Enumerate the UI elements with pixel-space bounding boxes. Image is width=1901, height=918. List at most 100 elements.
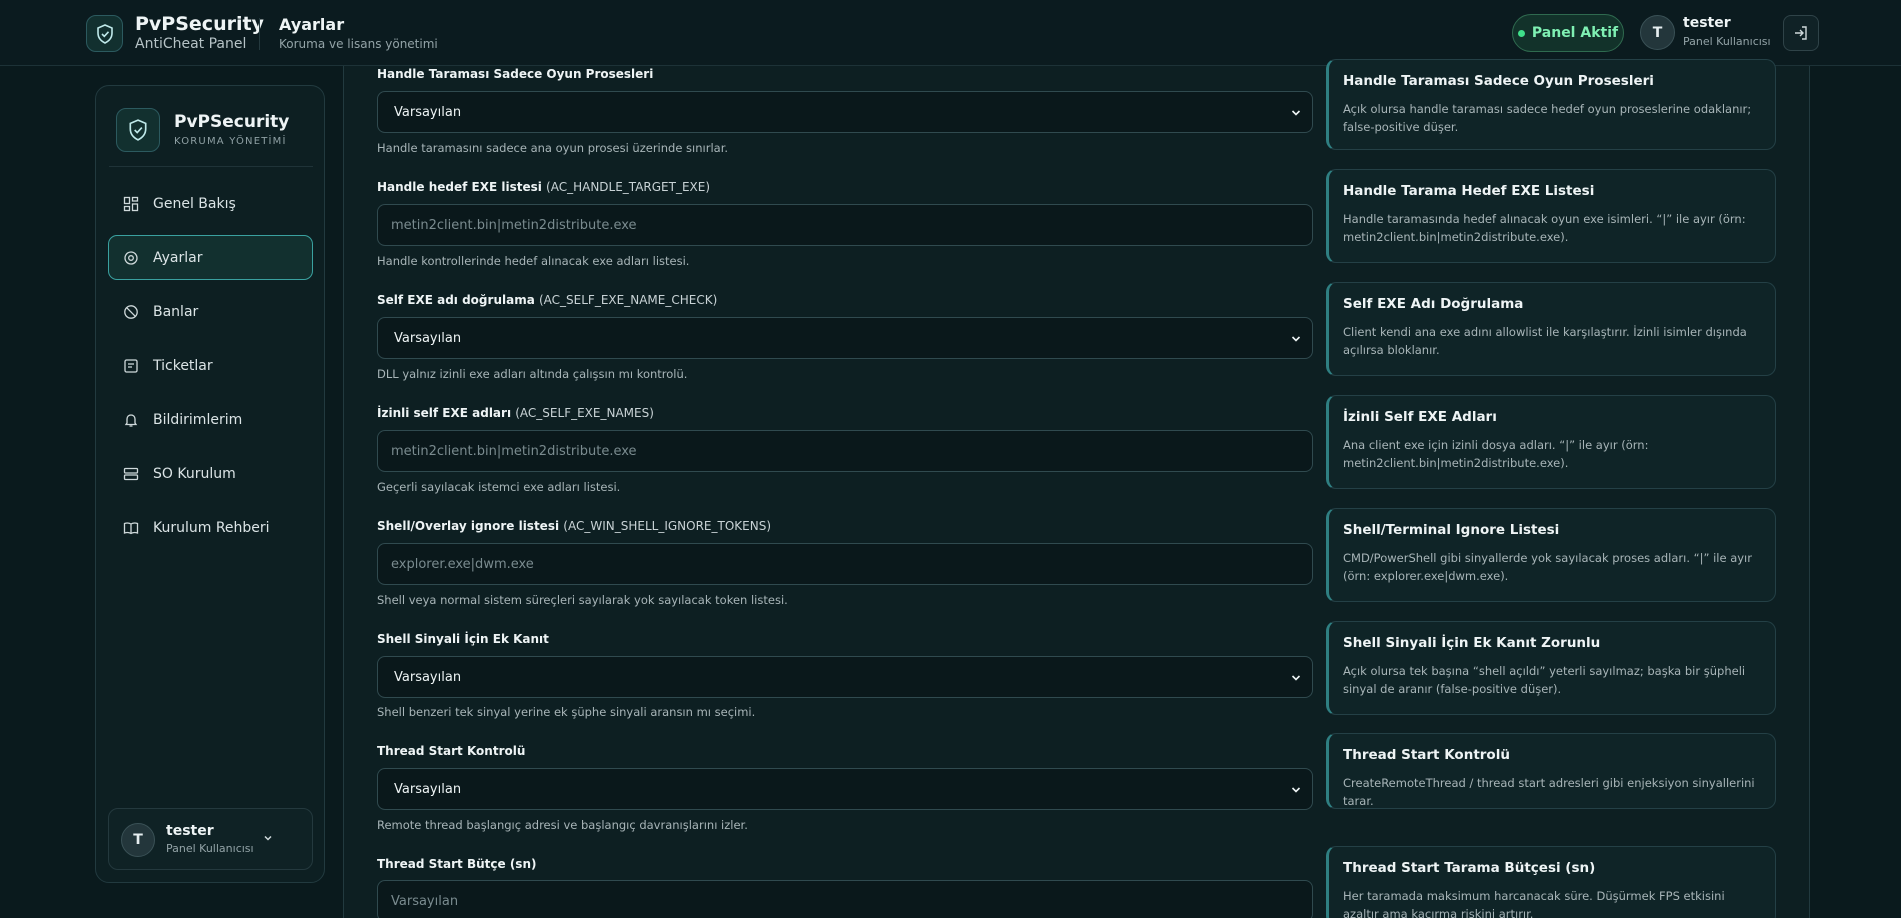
user-avatar[interactable]: T <box>1640 15 1675 50</box>
server-icon <box>122 465 139 482</box>
sidebar-item-ticketlar[interactable]: Ticketlar <box>108 343 313 388</box>
info-card-title: İzinli Self EXE Adları <box>1343 409 1497 425</box>
self-exe-name-check-select[interactable]: Varsayılan <box>377 317 1313 359</box>
info-card-title: Thread Start Kontrolü <box>1343 747 1510 763</box>
info-card: Handle Tarama Hedef EXE Listesi Handle t… <box>1326 169 1776 263</box>
sidebar-item-label: Kurulum Rehberi <box>153 519 270 536</box>
info-card: Self EXE Adı Doğrulama Client kendi ana … <box>1326 282 1776 376</box>
input-placeholder: Varsayılan <box>391 893 459 909</box>
shield-icon <box>116 108 160 152</box>
input-placeholder: metin2client.bin|metin2distribute.exe <box>391 217 637 233</box>
info-card-title: Handle Taraması Sadece Oyun Prosesleri <box>1343 73 1654 89</box>
field-label: Thread Start Bütçe (sn) <box>377 857 536 871</box>
thread-start-budget-input[interactable]: Varsayılan <box>377 880 1313 918</box>
page-subtitle: Koruma ve lisans yönetimi <box>279 37 438 51</box>
sidebar-item-kurulum-rehberi[interactable]: Kurulum Rehberi <box>108 505 313 550</box>
sidebar-item-label: Ayarlar <box>153 249 203 266</box>
select-value: Varsayılan <box>394 330 462 346</box>
chevron-down-icon <box>264 835 272 841</box>
sidebar: PvPSecurity KORUMA YÖNETİMİ Genel Bakış … <box>95 85 325 883</box>
select-value: Varsayılan <box>394 781 462 797</box>
user-name: tester <box>1683 15 1731 31</box>
sidebar-item-genel-bakis[interactable]: Genel Bakış <box>108 181 313 226</box>
field-label: Shell Sinyali İçin Ek Kanıt <box>377 632 549 646</box>
field-help: Shell veya normal sistem süreçleri sayıl… <box>377 593 788 607</box>
field-help: Shell benzeri tek sinyal yerine ek şüphe… <box>377 705 756 719</box>
chevron-down-icon <box>1291 110 1301 116</box>
status-label: Panel Aktif <box>1531 25 1619 41</box>
input-placeholder: explorer.exe|dwm.exe <box>391 556 534 572</box>
grid-icon <box>122 195 139 212</box>
shell-extra-evidence-select[interactable]: Varsayılan <box>377 656 1313 698</box>
handle-target-exe-input[interactable]: metin2client.bin|metin2distribute.exe <box>377 204 1313 246</box>
sidebar-user-name: tester <box>166 823 214 839</box>
ban-icon <box>122 303 139 320</box>
field-label: Handle Taraması Sadece Oyun Prosesleri <box>377 67 653 81</box>
sidebar-item-so-kurulum[interactable]: SO Kurulum <box>108 451 313 496</box>
sidebar-item-bildirimlerim[interactable]: Bildirimlerim <box>108 397 313 442</box>
user-role: Panel Kullanıcısı <box>1683 35 1771 48</box>
self-exe-names-input[interactable]: metin2client.bin|metin2distribute.exe <box>377 430 1313 472</box>
info-card-desc: Açık olursa handle taraması sadece hedef… <box>1343 102 1752 134</box>
field-label-text: Self EXE adı doğrulama <box>377 293 535 307</box>
book-icon <box>122 519 139 536</box>
sidebar-subtitle: KORUMA YÖNETİMİ <box>174 136 287 147</box>
info-card-title: Shell Sinyali İçin Ek Kanıt Zorunlu <box>1343 635 1601 651</box>
field-label-text: Thread Start Kontrolü <box>377 744 526 758</box>
field-label: Shell/Overlay ignore listesi (AC_WIN_SHE… <box>377 519 771 533</box>
info-card-desc: Her taramada maksimum harcanacak süre. D… <box>1343 889 1725 918</box>
thread-start-check-select[interactable]: Varsayılan <box>377 768 1313 810</box>
sidebar-item-ayarlar[interactable]: Ayarlar <box>108 235 313 280</box>
field-label-text: Thread Start Bütçe (sn) <box>377 857 537 871</box>
info-card-desc: CMD/PowerShell gibi sinyallerde yok sayı… <box>1343 551 1752 583</box>
info-card: Shell Sinyali İçin Ek Kanıt Zorunlu Açık… <box>1326 621 1776 715</box>
select-value: Varsayılan <box>394 104 462 120</box>
chevron-down-icon <box>1291 336 1301 342</box>
info-card-title: Handle Tarama Hedef EXE Listesi <box>1343 183 1595 199</box>
handle-game-only-select[interactable]: Varsayılan <box>377 91 1313 133</box>
field-label-text: İzinli self EXE adları <box>377 406 512 420</box>
sidebar-title: PvPSecurity <box>174 112 290 132</box>
sidebar-divider <box>109 166 313 167</box>
field-help: Handle kontrollerinde hedef alınacak exe… <box>377 254 690 268</box>
field-label-text: Handle hedef EXE listesi <box>377 180 542 194</box>
brand-title: PvPSecurity <box>135 13 264 35</box>
brand-subtitle: AntiCheat Panel <box>135 36 247 52</box>
info-card-desc: Ana client exe için izinli dosya adları.… <box>1343 438 1649 470</box>
input-placeholder: metin2client.bin|metin2distribute.exe <box>391 443 637 459</box>
sidebar-item-label: Banlar <box>153 303 199 320</box>
field-label-text: Handle Taraması Sadece Oyun Prosesleri <box>377 67 654 81</box>
ticket-icon <box>122 357 139 374</box>
sidebar-nav: Genel Bakış Ayarlar Banlar Ticketlar Bil… <box>108 181 313 559</box>
status-dot-icon <box>1517 29 1525 37</box>
field-label: Thread Start Kontrolü <box>377 744 525 758</box>
field-label-text: Shell Sinyali İçin Ek Kanıt <box>377 632 549 646</box>
top-bar: PvPSecurity AntiCheat Panel Ayarlar Koru… <box>0 0 1901 66</box>
avatar: T <box>121 823 155 857</box>
field-label: Self EXE adı doğrulama (AC_SELF_EXE_NAME… <box>377 293 717 307</box>
info-card-title: Self EXE Adı Doğrulama <box>1343 296 1524 312</box>
field-help: Remote thread başlangıç adresi ve başlan… <box>377 818 748 832</box>
logout-button[interactable] <box>1783 15 1819 51</box>
info-card-title: Thread Start Tarama Bütçesi (sn) <box>1343 860 1596 876</box>
info-card-desc: Açık olursa tek başına “shell açıldı” ye… <box>1343 664 1746 696</box>
chevron-down-icon <box>1291 675 1301 681</box>
info-card: Thread Start Kontrolü CreateRemoteThread… <box>1326 733 1776 809</box>
panel-status-badge: Panel Aktif <box>1512 14 1624 52</box>
sidebar-item-banlar[interactable]: Banlar <box>108 289 313 334</box>
logout-icon <box>1795 26 1807 40</box>
field-help: DLL yalnız izinli exe adları altında çal… <box>377 367 688 381</box>
field-label: İzinli self EXE adları (AC_SELF_EXE_NAME… <box>377 406 654 420</box>
field-key: (AC_WIN_SHELL_IGNORE_TOKENS) <box>563 519 771 533</box>
sidebar-item-label: Ticketlar <box>153 357 213 374</box>
info-card-desc: Client kendi ana exe adını allowlist ile… <box>1343 325 1747 357</box>
shell-ignore-tokens-input[interactable]: explorer.exe|dwm.exe <box>377 543 1313 585</box>
info-card: Thread Start Tarama Bütçesi (sn) Her tar… <box>1326 846 1776 918</box>
sidebar-user-menu[interactable]: T tester Panel Kullanıcısı <box>108 808 313 870</box>
sidebar-user-role: Panel Kullanıcısı <box>166 842 254 855</box>
sidebar-item-label: Genel Bakış <box>153 195 236 212</box>
gear-icon <box>122 249 139 266</box>
info-card: İzinli Self EXE Adları Ana client exe iç… <box>1326 395 1776 489</box>
page-title: Ayarlar <box>279 15 345 34</box>
info-card-desc: Handle taramasında hedef alınacak oyun e… <box>1343 212 1746 244</box>
